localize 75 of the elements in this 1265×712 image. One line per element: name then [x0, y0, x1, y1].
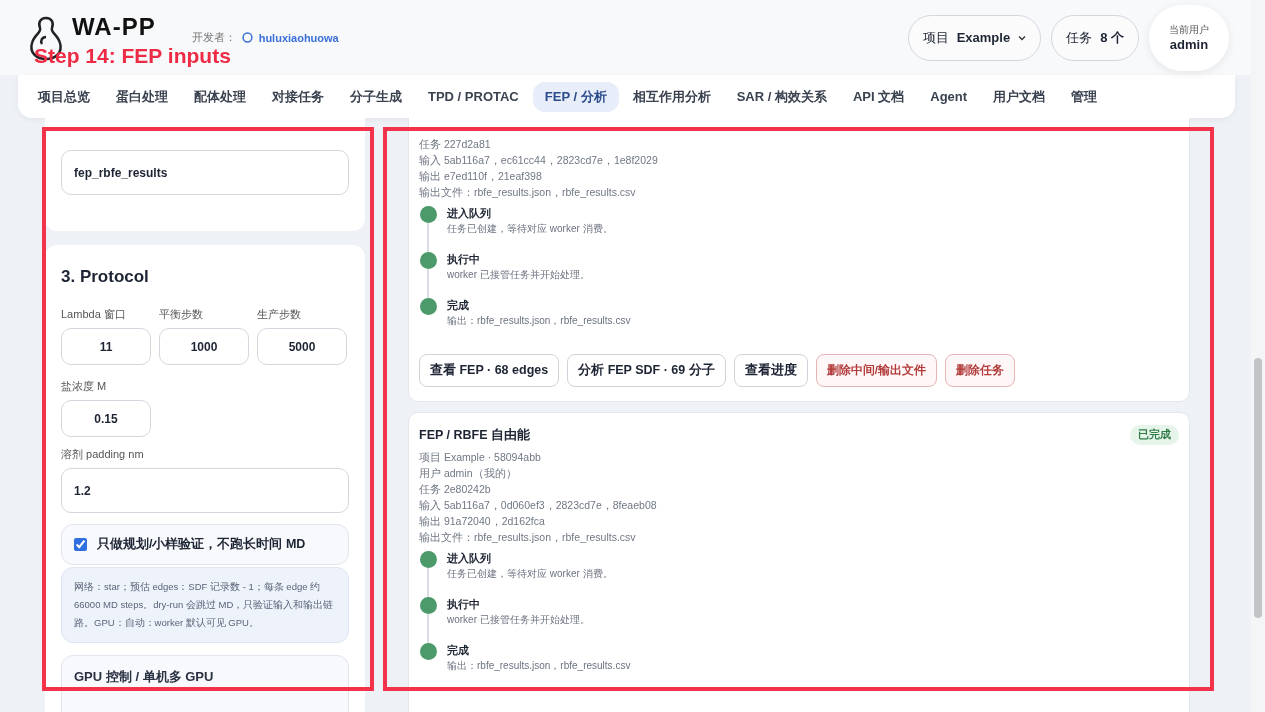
status-dot [419, 643, 437, 660]
job-meta: 任务 227d2a81 [419, 137, 492, 152]
step-detail: worker 已接管任务并开始处理。 [447, 613, 590, 627]
step-title: 进入队列 [447, 206, 492, 221]
status-badge: 已完成 [1130, 425, 1179, 445]
job-meta: 用户 admin（我的） [419, 466, 518, 481]
panel-title: GPU 控制 / 单机多 GPU [74, 668, 215, 686]
job-title: FEP / RBFE 自由能 [419, 426, 530, 444]
field-label: 生产步数 [257, 307, 302, 322]
field-label: Lambda 窗口 [61, 307, 127, 322]
caret-icon [1018, 34, 1027, 41]
nav-tab[interactable]: 对接任务 [260, 81, 336, 112]
input-field[interactable]: 1.2 [61, 468, 349, 513]
step-detail: 任务已创建，等待对应 worker 消费。 [447, 567, 613, 581]
nav-tab[interactable]: 蛋白处理 [104, 81, 180, 112]
status-dot [419, 298, 437, 315]
step-detail: worker 已接管任务并开始处理。 [447, 268, 590, 282]
nav-tab[interactable]: 管理 [1059, 81, 1110, 112]
step-title: 进入队列 [447, 551, 492, 566]
nav-tab[interactable]: Agent [918, 83, 980, 110]
step-title: 完成 [447, 643, 470, 658]
nav-tab[interactable]: 分子生成 [338, 81, 414, 112]
job-meta: 输出 e7ed110f，21eaf398 [419, 169, 543, 184]
job-meta: 项目 Example · 58094abb [419, 450, 542, 465]
logo-text: WA-PP [72, 14, 156, 40]
nav-tab[interactable]: FEP / 分析 [532, 81, 619, 112]
status-dot [419, 597, 437, 614]
input-field[interactable]: 1000 [159, 328, 249, 365]
project-select[interactable]: 项目 Example [907, 14, 1042, 61]
input-field[interactable]: 11 [61, 328, 151, 365]
step-title: 执行中 [447, 597, 481, 612]
tasks-button[interactable]: 任务 8 个 [1051, 14, 1139, 61]
step-title: 完成 [447, 298, 470, 313]
developer-link[interactable]: huluxiaohuowa [258, 31, 339, 44]
input-field[interactable]: 0.15 [61, 400, 151, 437]
field-label: 平衡步数 [159, 307, 204, 322]
job-meta: 输入 5ab116a7，ec61cc44，2823cd7e，1e8f2029 [419, 153, 659, 168]
nav-tab[interactable]: TPD / PROTAC [416, 83, 531, 110]
field-label: 盐浓度 M [61, 379, 108, 394]
nav-tab[interactable]: 用户文档 [981, 81, 1058, 112]
checkbox-label: 只做规划/小样验证，不跑长时间 MD [97, 536, 306, 553]
job-meta: 输出文件：rbfe_results.json，rbfe_results.csv [419, 530, 637, 545]
section-title: 3. Protocol [61, 267, 150, 287]
step-detail: 任务已创建，等待对应 worker 消费。 [447, 222, 613, 236]
nav-tab[interactable]: SAR / 构效关系 [724, 81, 839, 112]
input-field[interactable]: fep_rbfe_results [61, 150, 349, 195]
checkbox[interactable] [74, 538, 87, 551]
action-button[interactable]: 删除任务 [944, 354, 1015, 387]
status-dot [419, 551, 437, 568]
job-meta: 输入 5ab116a7，0d060ef3，2823cd7e，8feaeb08 [419, 498, 658, 513]
job-meta: 输出文件：rbfe_results.json，rbfe_results.csv [419, 185, 637, 200]
job-meta: 输出 91a72040，2d162fca [419, 514, 546, 529]
nav-tab[interactable]: 配体处理 [182, 81, 258, 112]
step-title: 执行中 [447, 252, 481, 267]
nav-tab[interactable]: API 文档 [840, 81, 917, 112]
status-dot [419, 252, 437, 269]
nav-tab[interactable]: 项目总览 [26, 81, 102, 112]
action-button[interactable]: 分析 FEP SDF · 69 分子 [567, 354, 726, 387]
user-name: admin [1169, 37, 1209, 52]
nav-tab[interactable]: 相互作用分析 [620, 81, 723, 112]
input-field[interactable]: 5000 [257, 328, 347, 365]
step-detail: 输出：rbfe_results.json，rbfe_results.csv [447, 659, 631, 673]
github-icon [241, 32, 253, 43]
status-dot [419, 206, 437, 223]
job-meta: 任务 2e80242b [419, 482, 492, 497]
user-badge[interactable]: 当前用户 admin [1149, 4, 1229, 71]
step-detail: 输出：rbfe_results.json，rbfe_results.csv [447, 314, 631, 328]
action-button[interactable]: 查看进度 [733, 354, 808, 387]
developer-label: 开发者： [191, 30, 236, 45]
field-label: 溶剂 padding nm [61, 447, 145, 462]
scrollbar[interactable] [1251, 0, 1265, 712]
info-note: 网络：star；预估 edges：SDF 记录数 - 1；每条 edge 约 66000 MD steps。dry-run 会跳过 MD，只验证输入和输出链路。GPU：自动：worker 默认可见 GPU。 [61, 567, 349, 643]
action-button[interactable]: 查看 FEP · 68 edges [419, 354, 560, 387]
action-button[interactable]: 删除中间/输出文件 [815, 354, 937, 387]
user-label: 当前用户 [1169, 23, 1209, 37]
